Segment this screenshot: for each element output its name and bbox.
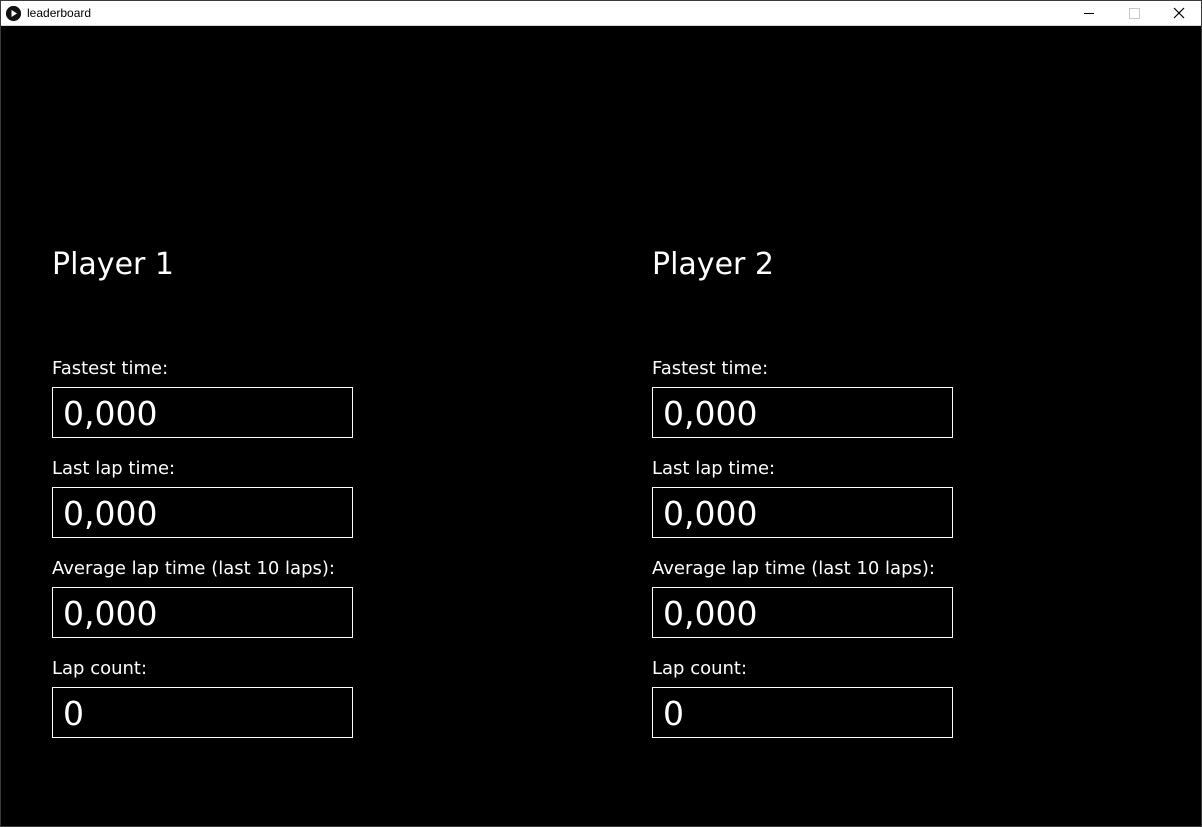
minimize-icon (1084, 13, 1094, 14)
lap-count-value: 0 (63, 694, 84, 733)
stat-label: Average lap time (last 10 laps): (52, 558, 335, 579)
stat-label: Fastest time: (652, 358, 769, 379)
lap-count-value: 0 (663, 694, 684, 733)
player-title: Player 2 (652, 247, 774, 282)
stat-label: Average lap time (last 10 laps): (652, 558, 935, 579)
minimize-button[interactable] (1066, 1, 1112, 26)
close-button[interactable] (1156, 1, 1202, 26)
app-window: leaderboard Player 1 Fastest time: 0,000… (0, 0, 1202, 827)
average-lap-time-stat: Average lap time (last 10 laps): 0,000 (52, 557, 372, 647)
close-icon (1173, 7, 1185, 19)
fastest-time-value: 0,000 (663, 394, 758, 433)
stat-label: Lap count: (52, 658, 148, 679)
player-title: Player 1 (52, 247, 174, 282)
average-lap-time-value: 0,000 (63, 594, 158, 633)
lap-count-box: 0 (52, 687, 353, 738)
average-lap-time-value: 0,000 (663, 594, 758, 633)
play-circle-icon (6, 6, 21, 21)
stat-label: Last lap time: (652, 458, 776, 479)
maximize-button[interactable] (1111, 1, 1157, 26)
last-lap-time-box: 0,000 (52, 487, 353, 538)
window-title: leaderboard (27, 6, 92, 20)
player-2-panel: Player 2 Fastest time: 0,000 Last lap ti… (652, 27, 972, 807)
maximize-icon (1129, 8, 1140, 19)
last-lap-time-stat: Last lap time: 0,000 (52, 457, 372, 547)
fastest-time-stat: Fastest time: 0,000 (52, 357, 372, 447)
leaderboard-canvas: Player 1 Fastest time: 0,000 Last lap ti… (1, 27, 1201, 826)
last-lap-time-value: 0,000 (63, 494, 158, 533)
last-lap-time-value: 0,000 (663, 494, 758, 533)
title-bar[interactable]: leaderboard (1, 1, 1201, 26)
stat-label: Fastest time: (52, 358, 169, 379)
player-1-panel: Player 1 Fastest time: 0,000 Last lap ti… (52, 27, 372, 807)
fastest-time-box: 0,000 (52, 387, 353, 438)
fastest-time-box: 0,000 (652, 387, 953, 438)
average-lap-time-box: 0,000 (52, 587, 353, 638)
fastest-time-value: 0,000 (63, 394, 158, 433)
average-lap-time-stat: Average lap time (last 10 laps): 0,000 (652, 557, 972, 647)
lap-count-stat: Lap count: 0 (652, 657, 972, 747)
average-lap-time-box: 0,000 (652, 587, 953, 638)
stat-label: Lap count: (652, 658, 748, 679)
last-lap-time-box: 0,000 (652, 487, 953, 538)
lap-count-stat: Lap count: 0 (52, 657, 372, 747)
lap-count-box: 0 (652, 687, 953, 738)
last-lap-time-stat: Last lap time: 0,000 (652, 457, 972, 547)
stat-label: Last lap time: (52, 458, 176, 479)
fastest-time-stat: Fastest time: 0,000 (652, 357, 972, 447)
